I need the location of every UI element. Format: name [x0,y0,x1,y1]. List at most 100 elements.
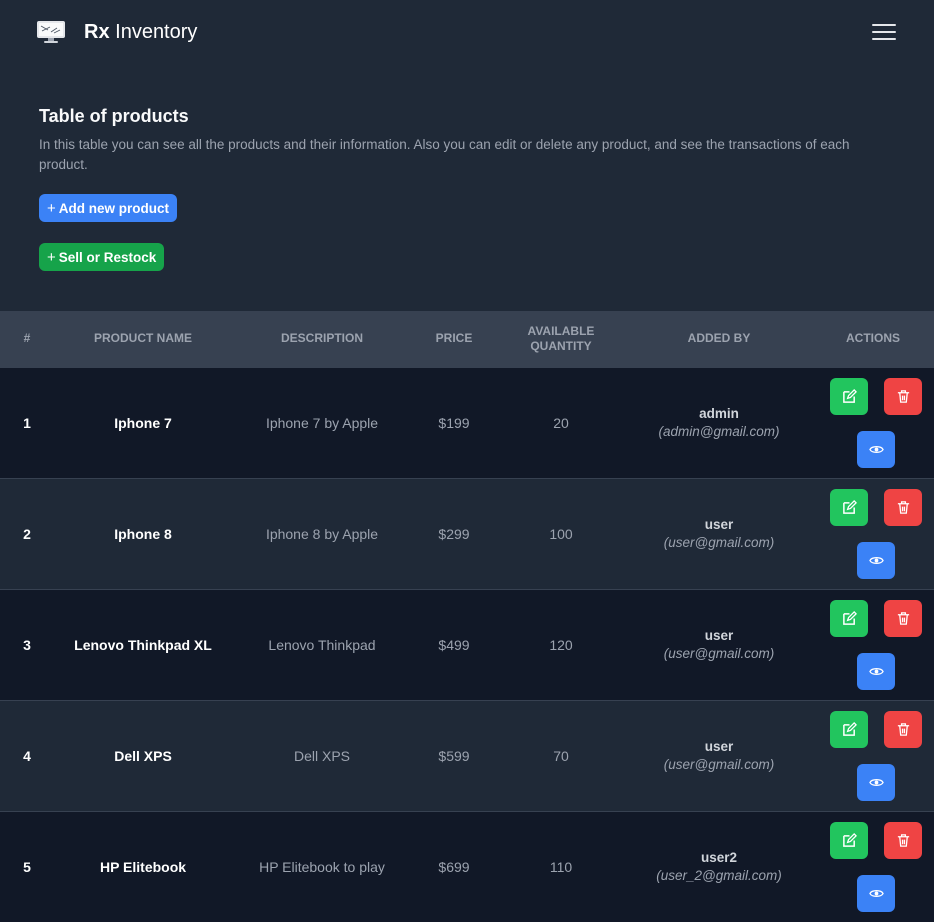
table-row: 3 Lenovo Thinkpad XL Lenovo Thinkpad $49… [0,589,934,700]
added-by-user: user [704,628,734,643]
row-number: 4 [23,747,31,764]
view-transactions-button[interactable] [857,763,895,801]
added-by-email: (admin@gmail.com) [658,424,780,439]
product-price: $199 [438,414,470,431]
products-table: # Product Name Description Price Availab… [0,311,934,922]
edit-button[interactable] [830,821,868,859]
product-description: Iphone 7 by Apple [265,414,379,431]
product-price: $299 [438,525,470,542]
product-name: HP Elitebook [99,858,187,875]
view-transactions-button[interactable] [857,541,895,579]
edit-button[interactable] [830,710,868,748]
header-actions: Actions [846,331,900,346]
edit-icon [842,388,857,403]
product-price: $699 [438,858,470,875]
row-number: 5 [23,858,31,875]
added-by-email: (user_2@gmail.com) [656,868,782,884]
product-price: $599 [438,747,470,764]
product-description: Lenovo Thinkpad [268,636,376,653]
product-name: Iphone 7 [114,414,172,431]
edit-icon [842,499,857,514]
hamburger-menu-icon[interactable] [872,22,896,42]
product-description: Iphone 8 by Apple [265,525,379,542]
product-description: Dell XPS [293,747,351,764]
product-name: Iphone 8 [114,525,172,542]
added-by-email: (user@gmail.com) [663,646,775,661]
delete-button[interactable] [884,821,922,859]
edit-icon [842,610,857,625]
trash-icon [897,611,909,625]
eye-icon [868,778,884,786]
product-name: Dell XPS [114,747,172,764]
product-quantity: 100 [549,525,573,542]
sell-restock-label: Sell or Restock [58,249,157,265]
eye-icon [868,667,884,675]
page-description: In this table you can see all the produc… [39,137,850,172]
table-row: 4 Dell XPS Dell XPS $599 70 user (user@g… [0,700,934,811]
added-by-user: admin [699,406,739,421]
view-transactions-button[interactable] [857,430,895,468]
header-num: # [23,331,31,346]
added-by: user (user@gmail.com) [626,589,812,700]
table-header-row: # Product Name Description Price Availab… [0,311,934,367]
row-actions [812,478,934,589]
delete-button[interactable] [884,377,922,415]
edit-icon [842,832,857,847]
sell-restock-button[interactable]: + Sell or Restock [39,243,165,271]
added-by: user (user@gmail.com) [626,478,812,589]
eye-icon [868,445,884,453]
product-price: $499 [438,636,470,653]
row-actions [812,700,934,811]
edit-button[interactable] [830,599,868,637]
view-transactions-button[interactable] [857,874,895,912]
row-actions [812,589,934,700]
row-actions [812,811,934,922]
trash-icon [897,500,909,514]
add-product-label: Add new product [58,200,170,216]
eye-icon [868,556,884,564]
product-quantity: 120 [549,636,573,653]
header-quantity: Available Quantity [527,323,595,353]
row-actions [812,367,934,478]
product-quantity: 20 [553,414,569,431]
header-description: Description [280,331,363,346]
delete-button[interactable] [884,488,922,526]
monitor-logo-icon [37,21,65,43]
added-by-email: (user@gmail.com) [663,757,775,772]
edit-button[interactable] [830,377,868,415]
added-by-user: user2 [700,850,738,866]
added-by: user (user@gmail.com) [626,700,812,811]
table-row: 1 Iphone 7 Iphone 7 by Apple $199 20 adm… [0,367,934,478]
delete-button[interactable] [884,599,922,637]
trash-icon [897,389,909,403]
page-title: Table of products [39,106,189,126]
add-product-button[interactable]: + Add new product [39,194,178,222]
row-number: 1 [23,414,31,431]
brand[interactable]: Rx Inventory [36,19,197,45]
table-row: 2 Iphone 8 Iphone 8 by Apple $299 100 us… [0,478,934,589]
trash-icon [897,722,909,736]
navbar: Rx Inventory [0,0,934,64]
eye-icon [868,889,884,897]
product-description: HP Elitebook to play [259,858,385,875]
added-by-user: user [704,517,734,532]
row-number: 3 [23,636,31,653]
added-by-user: user [704,739,734,754]
table-row: 5 HP Elitebook HP Elitebook to play $699… [0,811,934,922]
delete-button[interactable] [884,710,922,748]
plus-icon: + [47,199,56,217]
edit-button[interactable] [830,488,868,526]
view-transactions-button[interactable] [857,652,895,690]
added-by: admin (admin@gmail.com) [626,367,812,478]
brand-title: Rx Inventory [84,20,198,43]
intro-section: Table of products In this table you can … [0,64,934,311]
header-product-name: Product Name [94,331,192,346]
row-number: 2 [23,525,31,542]
plus-icon: + [47,248,56,266]
header-price: Price [435,331,473,346]
product-quantity: 70 [553,747,569,764]
product-name: Lenovo Thinkpad XL [74,636,212,653]
header-added-by: Added By [687,331,751,346]
product-quantity: 110 [549,858,573,875]
added-by-email: (user@gmail.com) [663,535,775,550]
